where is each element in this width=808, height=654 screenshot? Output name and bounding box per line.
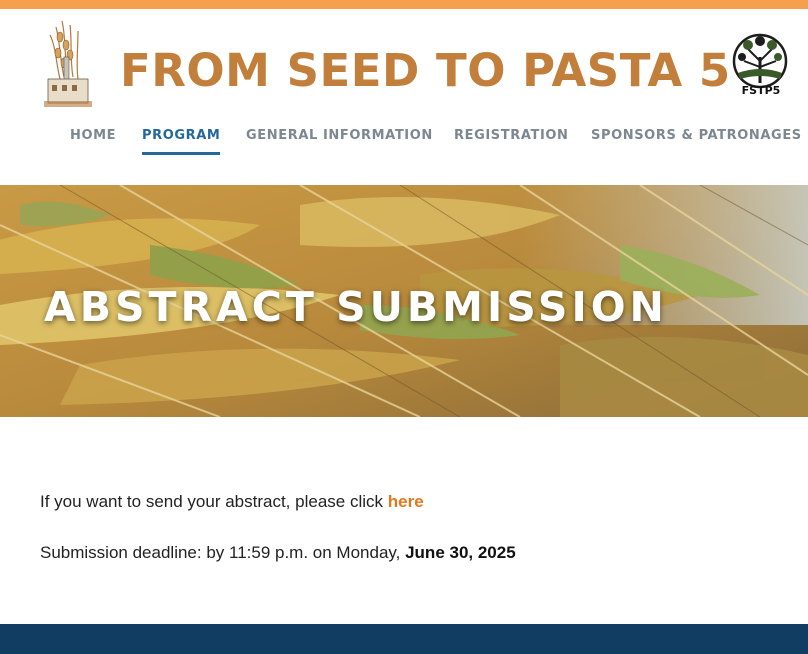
wheat-factory-logo-icon[interactable] bbox=[40, 17, 96, 109]
top-accent-strip bbox=[0, 0, 808, 9]
main-navigation: HOME PROGRAM GENERAL INFORMATION REGISTR… bbox=[0, 125, 808, 161]
page-title: ABSTRACT SUBMISSION bbox=[44, 283, 668, 331]
site-header: FROM SEED TO PASTA 5 FSTP5 HOME PROGRAM … bbox=[0, 9, 808, 185]
nav-sponsors-patronages[interactable]: SPONSORS & PATRONAGES bbox=[591, 125, 802, 147]
active-nav-underline bbox=[142, 152, 220, 155]
deadline-date: June 30, 2025 bbox=[405, 543, 516, 562]
deadline-text: Submission deadline: by 11:59 p.m. on Mo… bbox=[40, 543, 406, 562]
site-title[interactable]: FROM SEED TO PASTA 5 bbox=[120, 45, 731, 97]
nav-program[interactable]: PROGRAM bbox=[142, 125, 220, 147]
main-content: If you want to send your abstract, pleas… bbox=[40, 490, 780, 565]
submission-deadline: Submission deadline: by 11:59 p.m. on Mo… bbox=[40, 541, 780, 565]
abstract-instruction-text: If you want to send your abstract, pleas… bbox=[40, 492, 388, 511]
nav-general-information[interactable]: GENERAL INFORMATION bbox=[246, 125, 433, 147]
hero-banner: ABSTRACT SUBMISSION bbox=[0, 185, 808, 417]
logo-right-label: FSTP5 bbox=[741, 84, 781, 97]
footer-bar bbox=[0, 624, 808, 654]
abstract-submission-link[interactable]: here bbox=[388, 492, 424, 511]
abstract-instruction: If you want to send your abstract, pleas… bbox=[40, 490, 780, 514]
nav-home[interactable]: HOME bbox=[70, 125, 116, 147]
nav-registration[interactable]: REGISTRATION bbox=[454, 125, 569, 147]
